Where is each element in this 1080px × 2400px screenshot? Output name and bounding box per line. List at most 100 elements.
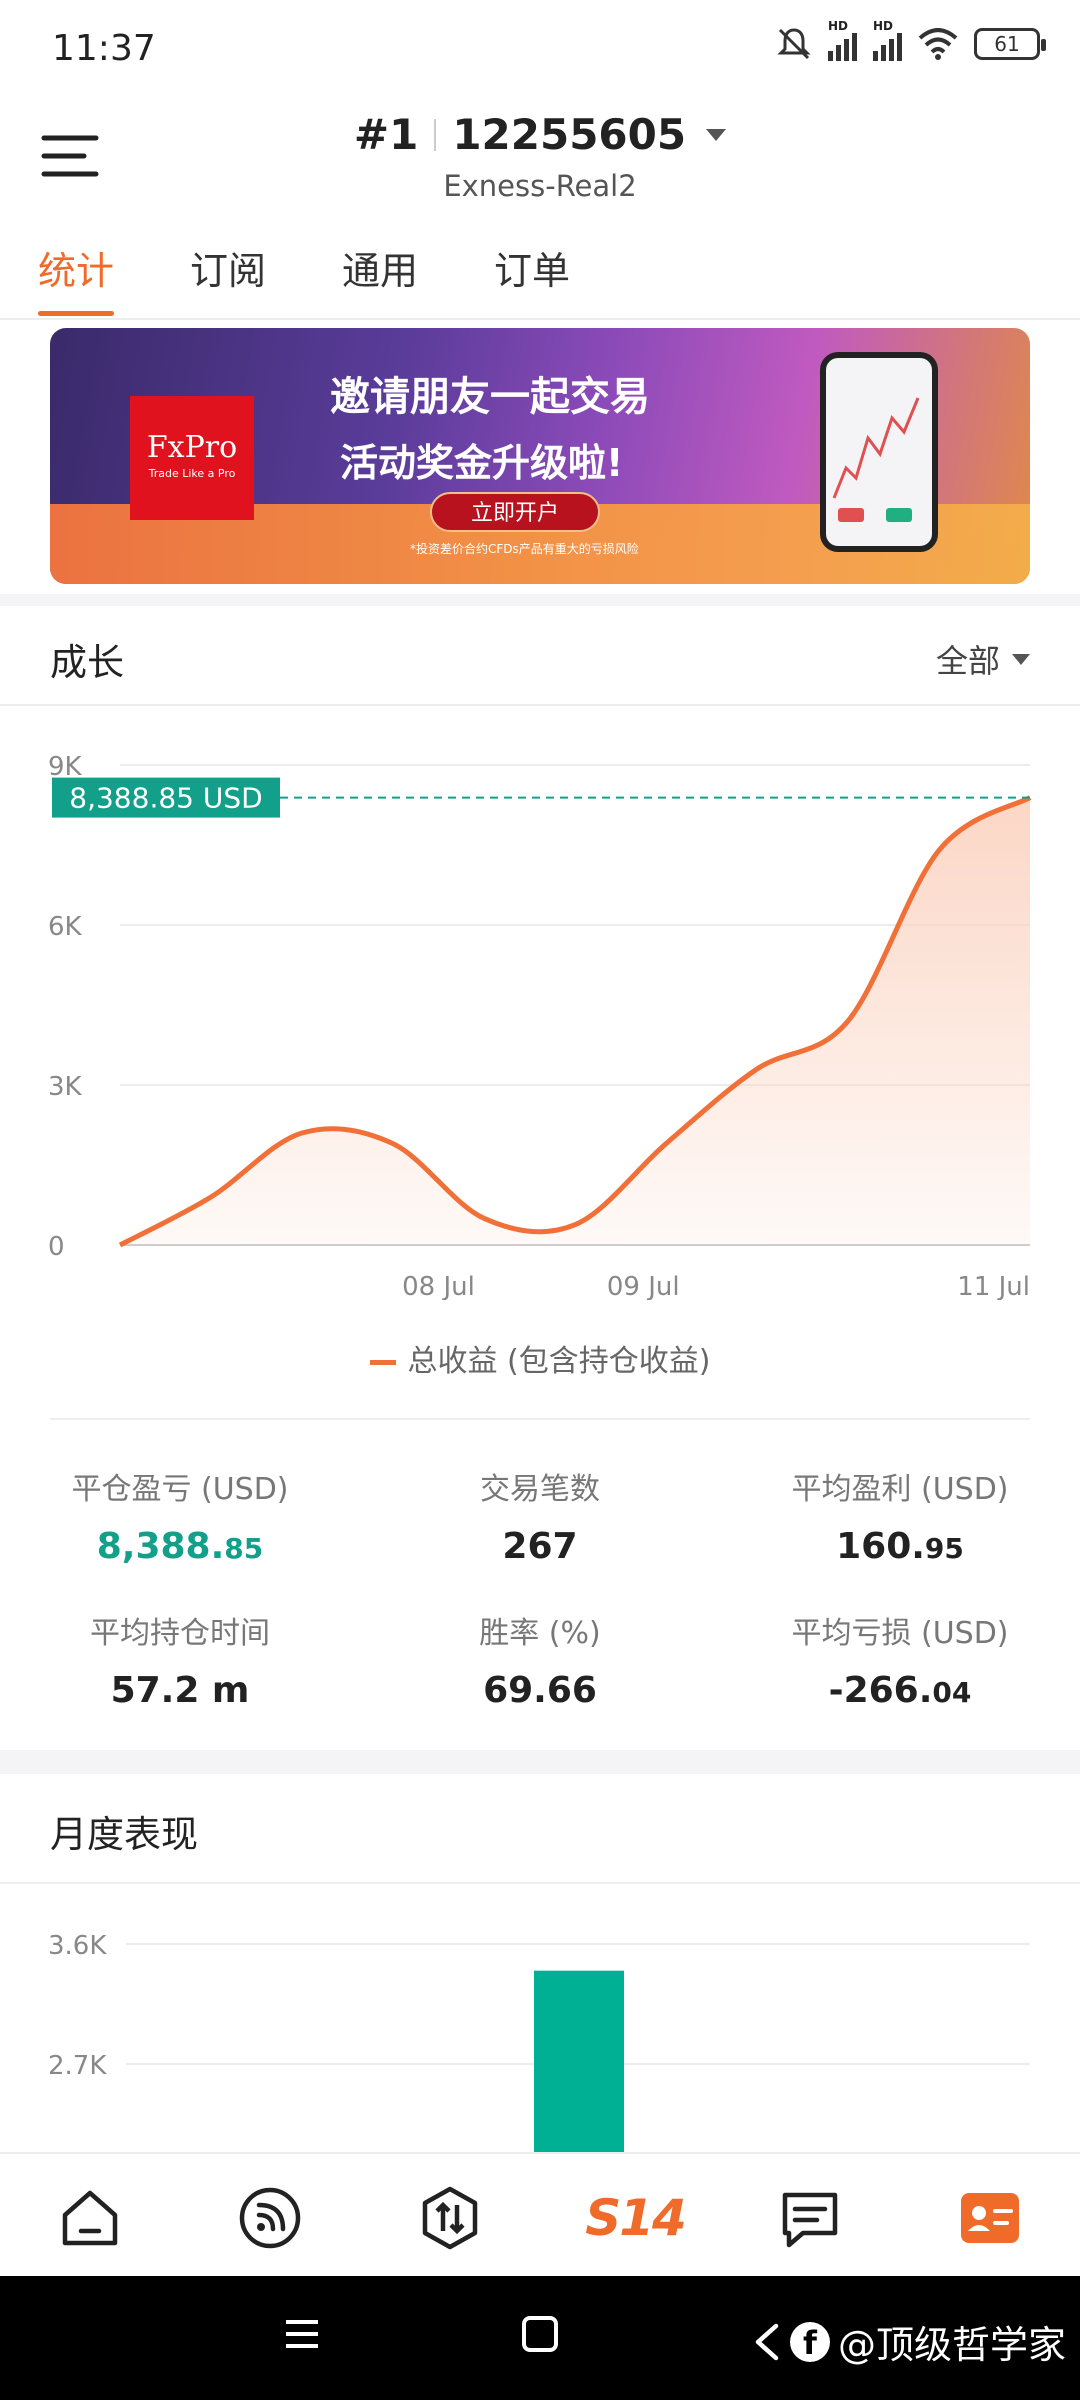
growth-area — [120, 797, 1030, 1245]
current-value-label: 8,388.85 USD — [69, 782, 262, 815]
tab-general[interactable]: 通用 — [342, 240, 418, 316]
stat-int: -266. — [828, 1670, 933, 1711]
stat-value: 8,388.85 — [0, 1526, 360, 1567]
stat-avg-profit: 平均盈利 (USD) 160.95 — [720, 1464, 1080, 1567]
phone-chart-icon — [832, 397, 920, 522]
back-chevron-icon[interactable] — [750, 2320, 782, 2364]
monthly-bar — [534, 1970, 624, 2152]
y-tick-label: 3.6K — [48, 1931, 107, 1961]
nav-home[interactable] — [50, 2178, 130, 2258]
square-icon — [522, 2316, 558, 2352]
stat-label: 平均持仓时间 — [90, 1616, 270, 1651]
home-button[interactable] — [518, 2312, 562, 2360]
account-number: 12255605 — [452, 110, 687, 159]
stat-value: 69.66 — [360, 1670, 720, 1711]
home-icon — [62, 2190, 118, 2246]
banner-headline-2: 活动奖金升级啦! — [340, 441, 624, 485]
stat-value: 160.95 — [720, 1526, 1080, 1567]
stat-avg-loss: 平均亏损 (USD) -266.04 — [720, 1608, 1080, 1711]
y-tick-label: 3K — [48, 1072, 83, 1102]
stat-label: 胜率 (%) — [479, 1616, 601, 1651]
monthly-header: 月度表现 — [0, 1774, 1080, 1884]
recent-apps-button[interactable] — [280, 2312, 324, 2360]
stat-int: 8,388. — [96, 1526, 225, 1567]
s14-logo: S14 — [585, 2189, 687, 2247]
growth-title: 成长 — [50, 641, 124, 684]
bottom-nav: S14 — [0, 2152, 1080, 2276]
account-selector[interactable]: #1 12255605 Exness-Real2 — [0, 110, 1080, 203]
profile-card-icon — [961, 2193, 1019, 2243]
stat-int: 267 — [502, 1526, 578, 1567]
account-header: #1 12255605 Exness-Real2 — [0, 96, 1080, 216]
fxpro-logo: FxPro Trade Like a Pro — [130, 396, 254, 520]
nav-profile[interactable] — [950, 2178, 1030, 2258]
legend-swatch — [369, 1360, 396, 1365]
status-time: 11:37 — [52, 28, 156, 69]
watermark-text: @顶级哲学家 — [837, 2323, 1066, 2367]
nav-s14[interactable]: S14 — [580, 2178, 690, 2258]
banner-headline-1: 邀请朋友一起交易 — [330, 374, 650, 420]
stat-value: 57.2 m — [0, 1670, 360, 1711]
nav-trade[interactable] — [410, 2178, 490, 2258]
promo-banner[interactable]: FxPro Trade Like a Pro 邀请朋友一起交易 活动奖金升级啦!… — [50, 328, 1030, 584]
x-tick-label: 11 Jul — [957, 1272, 1030, 1300]
chevron-down-icon — [1012, 653, 1030, 665]
growth-chart: 9K 6K 3K 0 8,388.85 USD 08 Jul 09 Jul 11 Jul — [48, 752, 1032, 1300]
nav-signals[interactable] — [230, 2178, 310, 2258]
signals-icon — [239, 2187, 301, 2249]
watermark: f @顶级哲学家 — [750, 2314, 1066, 2369]
stat-win-rate: 胜率 (%) 69.66 — [360, 1608, 720, 1711]
facebook-icon: f — [789, 2321, 830, 2362]
nav-messages[interactable] — [770, 2178, 850, 2258]
banner-cta-button[interactable]: 立即开户 — [430, 492, 600, 532]
stats-divider — [50, 1418, 1030, 1420]
message-icon — [782, 2192, 838, 2248]
stat-closed-pnl: 平仓盈亏 (USD) 8,388.85 — [0, 1464, 360, 1567]
banner-disclaimer: *投资差价合约CFDs产品有重大的亏损风险 — [410, 542, 639, 556]
stat-int: 57.2 m — [110, 1670, 250, 1711]
tab-bar: 统计 订阅 通用 订单 — [0, 230, 1080, 320]
stat-label: 交易笔数 — [480, 1472, 600, 1507]
account-server: Exness-Real2 — [443, 169, 637, 203]
growth-header: 成长 全部 — [0, 606, 1080, 706]
section-divider — [0, 594, 1080, 606]
tab-orders[interactable]: 订单 — [494, 240, 570, 316]
range-label: 全部 — [935, 642, 1000, 680]
stat-dec: 04 — [932, 1676, 972, 1709]
stat-int: 160. — [836, 1526, 925, 1567]
growth-legend: 总收益 (包含持仓收益) — [0, 1336, 1080, 1380]
hd-label: HD — [873, 19, 894, 33]
stat-dec: 85 — [224, 1532, 264, 1565]
stat-value: 267 — [360, 1526, 720, 1567]
phone-illustration — [820, 352, 938, 552]
signal-1-icon: HD — [828, 19, 857, 61]
legend-label: 总收益 (包含持仓收益) — [407, 1344, 711, 1379]
y-tick-label: 6K — [48, 912, 83, 942]
status-bar: 11:37 HD HD 61 — [0, 0, 1080, 96]
stat-dec: 95 — [924, 1532, 964, 1565]
system-nav-bar: f @顶级哲学家 — [0, 2276, 1080, 2400]
chevron-down-icon — [706, 128, 727, 141]
monthly-chart: 3.6K 2.7K — [48, 1931, 1030, 2152]
menu-lines-icon — [286, 2320, 318, 2348]
stat-avg-hold-time: 平均持仓时间 57.2 m — [0, 1608, 360, 1711]
stat-int: 69.66 — [483, 1670, 597, 1711]
monthly-title: 月度表现 — [50, 1813, 198, 1856]
section-divider — [0, 1750, 1080, 1774]
account-index: #1 — [353, 110, 419, 159]
fxpro-brand: FxPro — [146, 430, 238, 465]
wifi-icon — [918, 28, 958, 60]
hd-label: HD — [828, 19, 849, 33]
mute-bell-icon — [777, 28, 811, 60]
stat-label: 平均盈利 (USD) — [791, 1472, 1009, 1507]
range-selector[interactable]: 全部 — [936, 636, 1030, 682]
tab-statistics[interactable]: 统计 — [38, 240, 115, 316]
fxpro-tagline: Trade Like a Pro — [148, 467, 236, 480]
tab-subscriptions[interactable]: 订阅 — [190, 240, 266, 316]
x-tick-label: 09 Jul — [607, 1272, 680, 1300]
stat-trade-count: 交易笔数 267 — [360, 1464, 720, 1567]
y-tick-label: 0 — [48, 1232, 65, 1262]
status-icons: HD HD 61 — [776, 19, 1046, 62]
trade-icon — [422, 2186, 478, 2250]
x-tick-label: 08 Jul — [402, 1272, 475, 1300]
